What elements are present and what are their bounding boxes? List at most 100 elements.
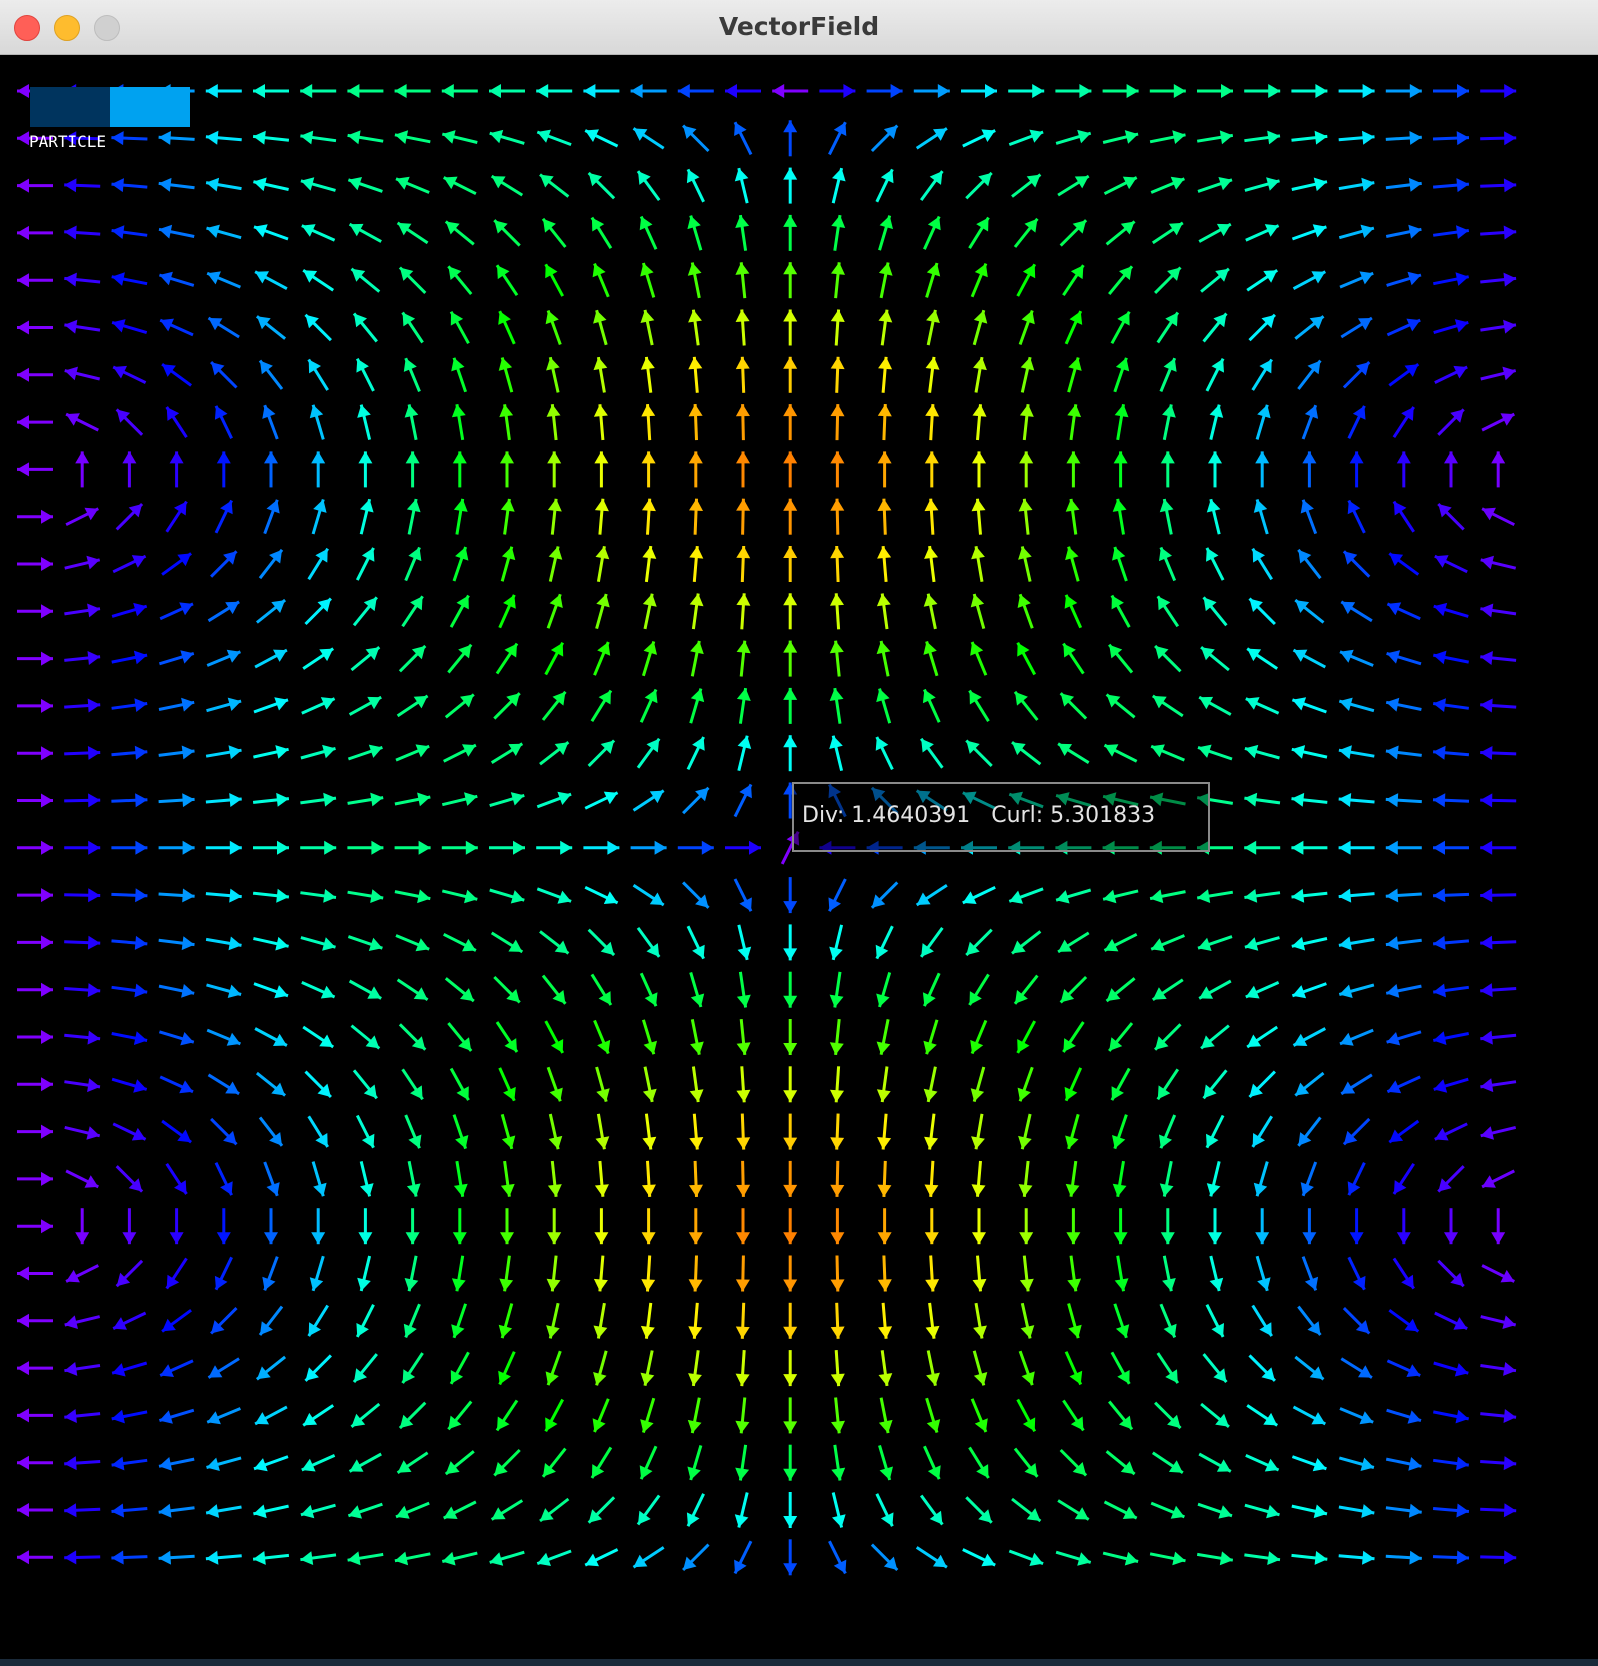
field-arrow xyxy=(682,786,710,815)
field-arrow xyxy=(396,978,429,1001)
vector-field-canvas[interactable]: PARTICLE Div: 1.4640391 Curl: 5.301833 xyxy=(0,55,1598,1659)
field-arrow xyxy=(876,1019,891,1055)
field-arrow xyxy=(1019,451,1034,488)
field-arrow xyxy=(263,499,280,535)
field-arrow xyxy=(1297,548,1322,580)
field-arrow xyxy=(207,1073,240,1096)
field-arrow xyxy=(830,1350,845,1387)
field-arrow xyxy=(1112,1160,1127,1197)
field-arrow xyxy=(1433,319,1469,335)
field-arrow xyxy=(595,546,610,582)
field-arrow xyxy=(1018,546,1032,582)
field-arrow xyxy=(642,1113,657,1150)
field-arrow xyxy=(1064,594,1083,629)
field-arrow xyxy=(877,451,892,488)
field-arrow xyxy=(828,121,847,156)
field-arrow xyxy=(677,840,714,855)
field-arrow xyxy=(548,1113,563,1150)
field-arrow xyxy=(736,451,750,488)
field-arrow xyxy=(205,840,242,855)
field-arrow xyxy=(205,793,242,807)
field-arrow xyxy=(347,1502,383,1519)
field-arrow xyxy=(973,1302,987,1339)
particle-slider[interactable] xyxy=(30,87,190,127)
field-arrow xyxy=(587,171,616,200)
field-arrow xyxy=(593,1350,608,1386)
field-arrow xyxy=(64,888,101,903)
field-arrow xyxy=(1433,840,1469,855)
field-arrow xyxy=(735,1350,750,1387)
field-arrow xyxy=(1480,888,1517,903)
field-arrow xyxy=(689,593,704,630)
field-arrow xyxy=(311,1208,326,1245)
field-arrow xyxy=(1480,698,1517,713)
field-arrow xyxy=(1434,1311,1468,1330)
field-arrow xyxy=(1018,309,1035,346)
field-arrow xyxy=(300,936,336,951)
field-arrow xyxy=(264,451,278,488)
field-arrow xyxy=(1057,931,1090,954)
field-arrow xyxy=(783,593,798,630)
field-arrow xyxy=(1008,129,1044,147)
vector-field-arrows xyxy=(17,84,1517,1576)
field-arrow xyxy=(925,404,940,441)
field-arrow xyxy=(915,1546,948,1569)
field-arrow xyxy=(111,1550,148,1565)
field-arrow xyxy=(1062,1021,1085,1053)
field-arrow xyxy=(75,451,90,488)
field-arrow xyxy=(1338,224,1375,240)
title-bar[interactable]: VectorField xyxy=(0,0,1598,55)
field-arrow xyxy=(1018,1113,1032,1150)
field-arrow xyxy=(111,272,148,286)
field-arrow xyxy=(878,262,893,299)
field-arrow xyxy=(1013,974,1039,1005)
field-arrow xyxy=(1248,313,1276,342)
field-arrow xyxy=(828,1540,847,1575)
field-arrow xyxy=(1150,744,1185,762)
field-arrow xyxy=(1110,310,1131,345)
field-arrow xyxy=(449,310,470,345)
field-arrow xyxy=(444,693,475,719)
field-arrow xyxy=(1016,263,1037,297)
field-arrow xyxy=(394,130,431,144)
field-arrow xyxy=(1205,358,1225,392)
field-arrow xyxy=(547,498,562,535)
field-arrow xyxy=(1338,177,1375,192)
field-arrow xyxy=(158,650,195,666)
field-arrow xyxy=(304,313,332,342)
field-arrow xyxy=(1481,412,1515,432)
field-arrow xyxy=(17,1077,53,1092)
field-arrow xyxy=(17,415,53,430)
field-arrow xyxy=(311,1161,327,1197)
field-arrow xyxy=(919,1494,944,1526)
field-arrow xyxy=(452,546,469,582)
field-arrow xyxy=(1301,404,1319,440)
field-arrow xyxy=(64,1030,101,1045)
field-arrow xyxy=(1245,224,1280,242)
field-arrow xyxy=(735,1255,750,1292)
application-window: VectorField PARTICLE Div: 1.4640391 Curl… xyxy=(0,0,1598,1666)
field-arrow xyxy=(725,840,761,855)
field-arrow xyxy=(590,973,613,1006)
field-arrow xyxy=(1200,1024,1230,1050)
field-arrow xyxy=(1197,935,1233,951)
field-arrow xyxy=(347,1551,384,1566)
field-arrow xyxy=(924,545,938,583)
field-arrow xyxy=(1292,648,1327,669)
field-arrow xyxy=(1114,404,1129,441)
field-arrow xyxy=(639,215,658,250)
field-arrow xyxy=(736,1160,751,1197)
field-arrow xyxy=(1067,1303,1082,1339)
field-arrow xyxy=(404,546,422,582)
field-arrow xyxy=(923,215,941,250)
field-arrow xyxy=(687,262,702,299)
curl-label: Curl: xyxy=(991,803,1044,828)
field-arrow xyxy=(395,744,430,762)
field-arrow xyxy=(64,746,101,760)
field-arrow xyxy=(1301,1256,1319,1291)
field-arrow xyxy=(300,840,337,855)
field-arrow xyxy=(1151,221,1184,245)
field-arrow xyxy=(733,878,753,912)
field-arrow xyxy=(1392,406,1415,439)
field-arrow xyxy=(206,271,241,289)
